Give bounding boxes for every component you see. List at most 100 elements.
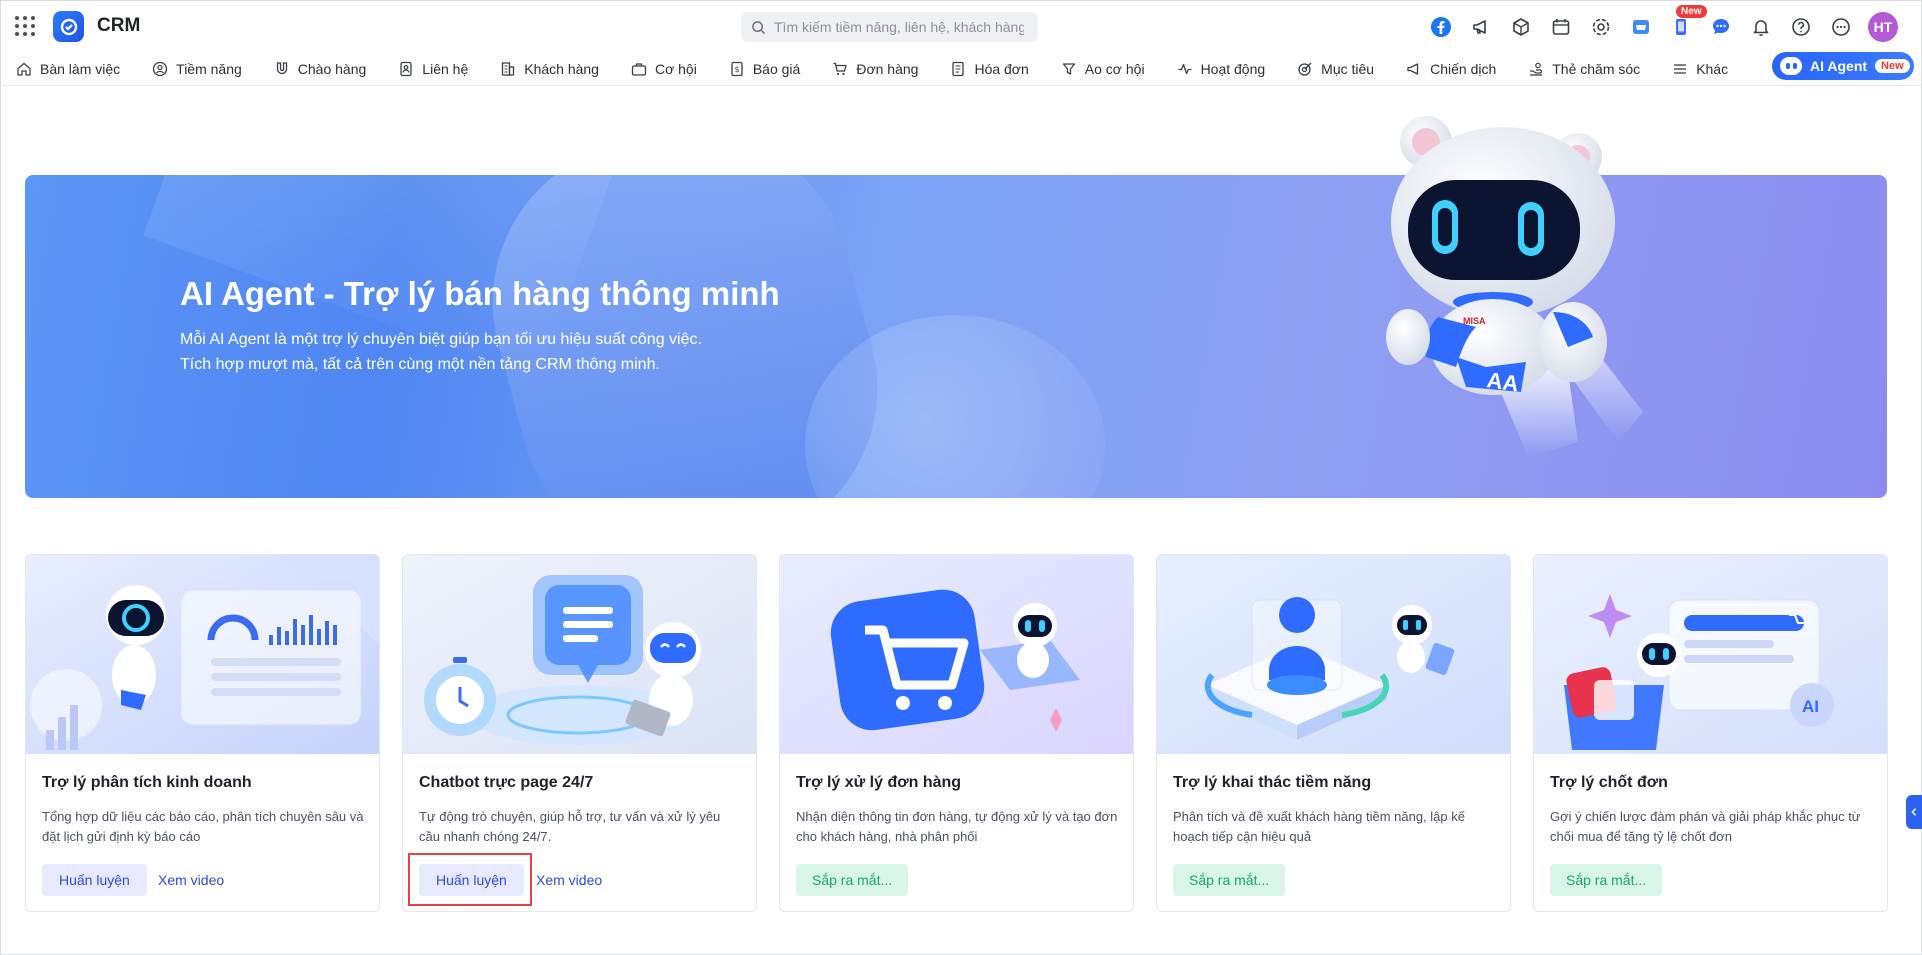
- mobile-app-icon[interactable]: New: [1668, 5, 1707, 40]
- nav-label: Khách hàng: [524, 60, 599, 77]
- card-description: Tự động trò chuyện, giúp hỗ trợ, tư vấn …: [419, 809, 721, 844]
- train-button[interactable]: Huấn luyện: [42, 864, 147, 896]
- card-thumbnail: [780, 555, 1133, 754]
- nav-item-workspace[interactable]: Bàn làm việc: [16, 61, 120, 77]
- nav-label: Cơ hội: [654, 60, 697, 77]
- ai-agent-button[interactable]: AI Agent New: [1772, 52, 1914, 80]
- agent-card-order-processing: Trợ lý xử lý đơn hàng Nhận diện thông ti…: [779, 554, 1134, 912]
- card-thumbnail: [1157, 555, 1510, 754]
- funnel-icon: [1062, 62, 1075, 75]
- building-icon: [502, 61, 515, 76]
- nav-label: Ao cơ hội: [1084, 60, 1145, 77]
- menu-icon: [1674, 63, 1687, 74]
- card-thumbnail: [403, 555, 756, 754]
- nav-label: Mục tiêu: [1321, 60, 1375, 77]
- agent-card-prospect-mining: Trợ lý khai thác tiềm năng Phân tích và …: [1156, 554, 1511, 912]
- robot-face-icon: [1780, 57, 1802, 75]
- search-icon: [752, 20, 766, 34]
- nav-item-more[interactable]: Khác: [1672, 61, 1728, 77]
- bell-icon[interactable]: [1748, 14, 1774, 40]
- chat-icon[interactable]: [1708, 14, 1734, 40]
- watch-video-link[interactable]: Xem video: [158, 864, 224, 896]
- nav-item-offers[interactable]: Chào hàng: [274, 61, 366, 77]
- crm-logo-icon[interactable]: [53, 11, 84, 42]
- app-name[interactable]: CRM: [97, 15, 140, 37]
- coming-soon-button[interactable]: Sắp ra mắt...: [1550, 864, 1663, 896]
- agent-card-business-analysis: Trợ lý phân tích kinh doanh Tổng hợp dữ …: [25, 554, 380, 912]
- prospect-illustration-icon: [1157, 555, 1510, 754]
- nav-label: Tiềm năng: [176, 60, 242, 77]
- card-title: Chatbot trực page 24/7: [419, 774, 594, 791]
- card-description: Nhận diện thông tin đơn hàng, tự động xử…: [796, 809, 1118, 844]
- card-thumbnail: [26, 555, 379, 754]
- chevron-left-icon: [1911, 808, 1917, 816]
- nav-item-customers[interactable]: Khách hàng: [500, 61, 599, 77]
- highlight-box: [408, 853, 532, 906]
- coming-soon-button[interactable]: Sắp ra mắt...: [796, 864, 909, 896]
- target-icon: [1298, 62, 1312, 76]
- agent-card-deal-closing: AI Trợ lý chốt đơn Gợi ý chiến lược đàm …: [1533, 554, 1888, 912]
- watch-video-link[interactable]: Xem video: [536, 864, 602, 896]
- facebook-icon[interactable]: [1428, 14, 1454, 40]
- shop-icon[interactable]: [1628, 14, 1654, 40]
- nav-label: Chiến dịch: [1430, 60, 1497, 77]
- cart-icon: [833, 62, 847, 75]
- global-search[interactable]: [741, 12, 1038, 42]
- card-title: Trợ lý xử lý đơn hàng: [796, 774, 962, 791]
- search-input[interactable]: [774, 19, 1024, 35]
- activity-icon: [1178, 63, 1192, 74]
- nav-item-quotes[interactable]: $ Báo giá: [729, 61, 800, 77]
- deal-closing-illustration-icon: AI: [1534, 555, 1887, 754]
- banner-subtitle: Mỗi AI Agent là một trợ lý chuyên biệt g…: [180, 327, 880, 377]
- nav-label: Báo giá: [752, 60, 801, 77]
- megaphone-icon[interactable]: [1468, 14, 1494, 40]
- card-description: Tổng hợp dữ liệu các báo cáo, phân tích …: [42, 809, 364, 844]
- briefcase-icon: [631, 62, 647, 76]
- card-description: Phân tích và đề xuất khách hàng tiềm năn…: [1173, 809, 1465, 844]
- main-nav: Bàn làm việc Tiềm năng Chào hàng Liên hệ…: [0, 52, 1922, 86]
- nav-label: Thẻ chăm sóc: [1552, 60, 1641, 77]
- nav-item-goals[interactable]: Mục tiêu: [1297, 61, 1374, 77]
- card-description: Gợi ý chiến lược đàm phán và giải pháp k…: [1550, 809, 1861, 844]
- more-options-icon[interactable]: [1828, 14, 1854, 40]
- card-title: Trợ lý chốt đơn: [1550, 774, 1668, 791]
- nav-item-campaigns[interactable]: Chiến dịch: [1406, 61, 1496, 77]
- new-badge: New: [1676, 5, 1707, 18]
- nav-label: Đơn hàng: [856, 60, 919, 77]
- nav-item-opportunity-pool[interactable]: Ao cơ hội: [1061, 61, 1145, 77]
- analytics-illustration-icon: [26, 555, 379, 754]
- gear-icon[interactable]: [1588, 14, 1614, 40]
- nav-item-invoices[interactable]: Hóa đơn: [950, 60, 1029, 77]
- invoice-icon: [952, 61, 965, 76]
- nav-label: Hóa đơn: [974, 60, 1029, 77]
- user-avatar[interactable]: HT: [1868, 12, 1898, 42]
- calendar-icon[interactable]: [1548, 14, 1574, 40]
- help-icon[interactable]: [1788, 14, 1814, 40]
- magnet-icon: [276, 61, 287, 74]
- card-title: Trợ lý phân tích kinh doanh: [42, 774, 252, 791]
- top-bar: CRM New: [0, 0, 1922, 52]
- nav-item-care-cards[interactable]: Thẻ chăm sóc: [1528, 61, 1640, 77]
- nav-item-opportunities[interactable]: Cơ hội: [631, 61, 697, 77]
- chatbot-illustration-icon: [403, 555, 756, 754]
- nav-label: Bàn làm việc: [40, 60, 121, 77]
- app-launcher-icon[interactable]: [15, 16, 35, 36]
- banner-subtitle-line: Tích hợp mượt mà, tất cả trên cùng một n…: [180, 356, 660, 373]
- nav-item-contacts[interactable]: Liên hệ: [398, 61, 468, 77]
- svg-text:$: $: [734, 65, 739, 74]
- banner-title: AI Agent - Trợ lý bán hàng thông minh: [180, 275, 780, 312]
- megaphone-icon: [1407, 62, 1419, 75]
- card-thumbnail: AI: [1534, 555, 1887, 754]
- nav-item-prospects[interactable]: Tiềm năng: [152, 61, 242, 77]
- contact-icon: [400, 61, 412, 76]
- shopping-cart-illustration-icon: [780, 555, 1133, 754]
- svg-text:AI: AI: [1802, 697, 1819, 716]
- side-panel-toggle[interactable]: [1906, 795, 1922, 829]
- coming-soon-button[interactable]: Sắp ra mắt...: [1173, 864, 1286, 896]
- nav-item-activities[interactable]: Hoạt động: [1177, 60, 1266, 77]
- care-card-icon: [1530, 62, 1543, 76]
- nav-label: Liên hệ: [422, 60, 469, 77]
- nav-label: Hoạt động: [1200, 60, 1266, 77]
- package-check-icon[interactable]: [1508, 14, 1534, 40]
- nav-item-orders[interactable]: Đơn hàng: [832, 61, 918, 77]
